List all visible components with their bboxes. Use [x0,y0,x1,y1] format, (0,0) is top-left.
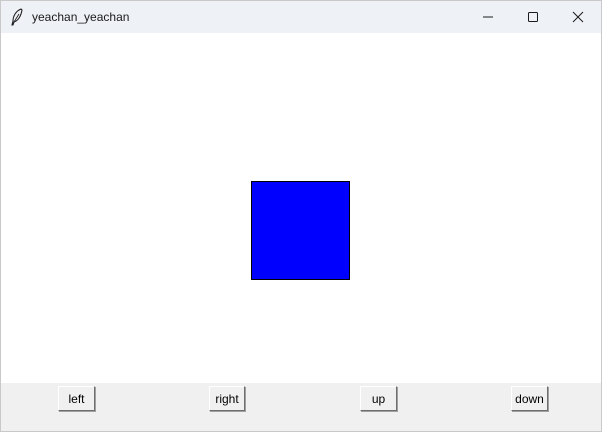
blue-square [251,181,350,280]
drawing-canvas[interactable] [1,33,601,383]
feather-icon [10,8,24,26]
up-button[interactable]: up [360,386,397,411]
close-icon [572,11,584,23]
down-button[interactable]: down [511,386,548,411]
maximize-button[interactable] [510,1,556,33]
button-bar: left right up down [1,383,601,431]
close-button[interactable] [555,1,601,33]
app-window: yeachan_yeachan left right up down [0,0,602,432]
maximize-icon [528,12,538,22]
window-title: yeachan_yeachan [32,10,130,24]
minimize-icon [483,16,493,18]
title-bar[interactable]: yeachan_yeachan [1,1,601,33]
minimize-button[interactable] [465,1,511,33]
right-button[interactable]: right [209,386,245,411]
left-button[interactable]: left [58,386,95,411]
